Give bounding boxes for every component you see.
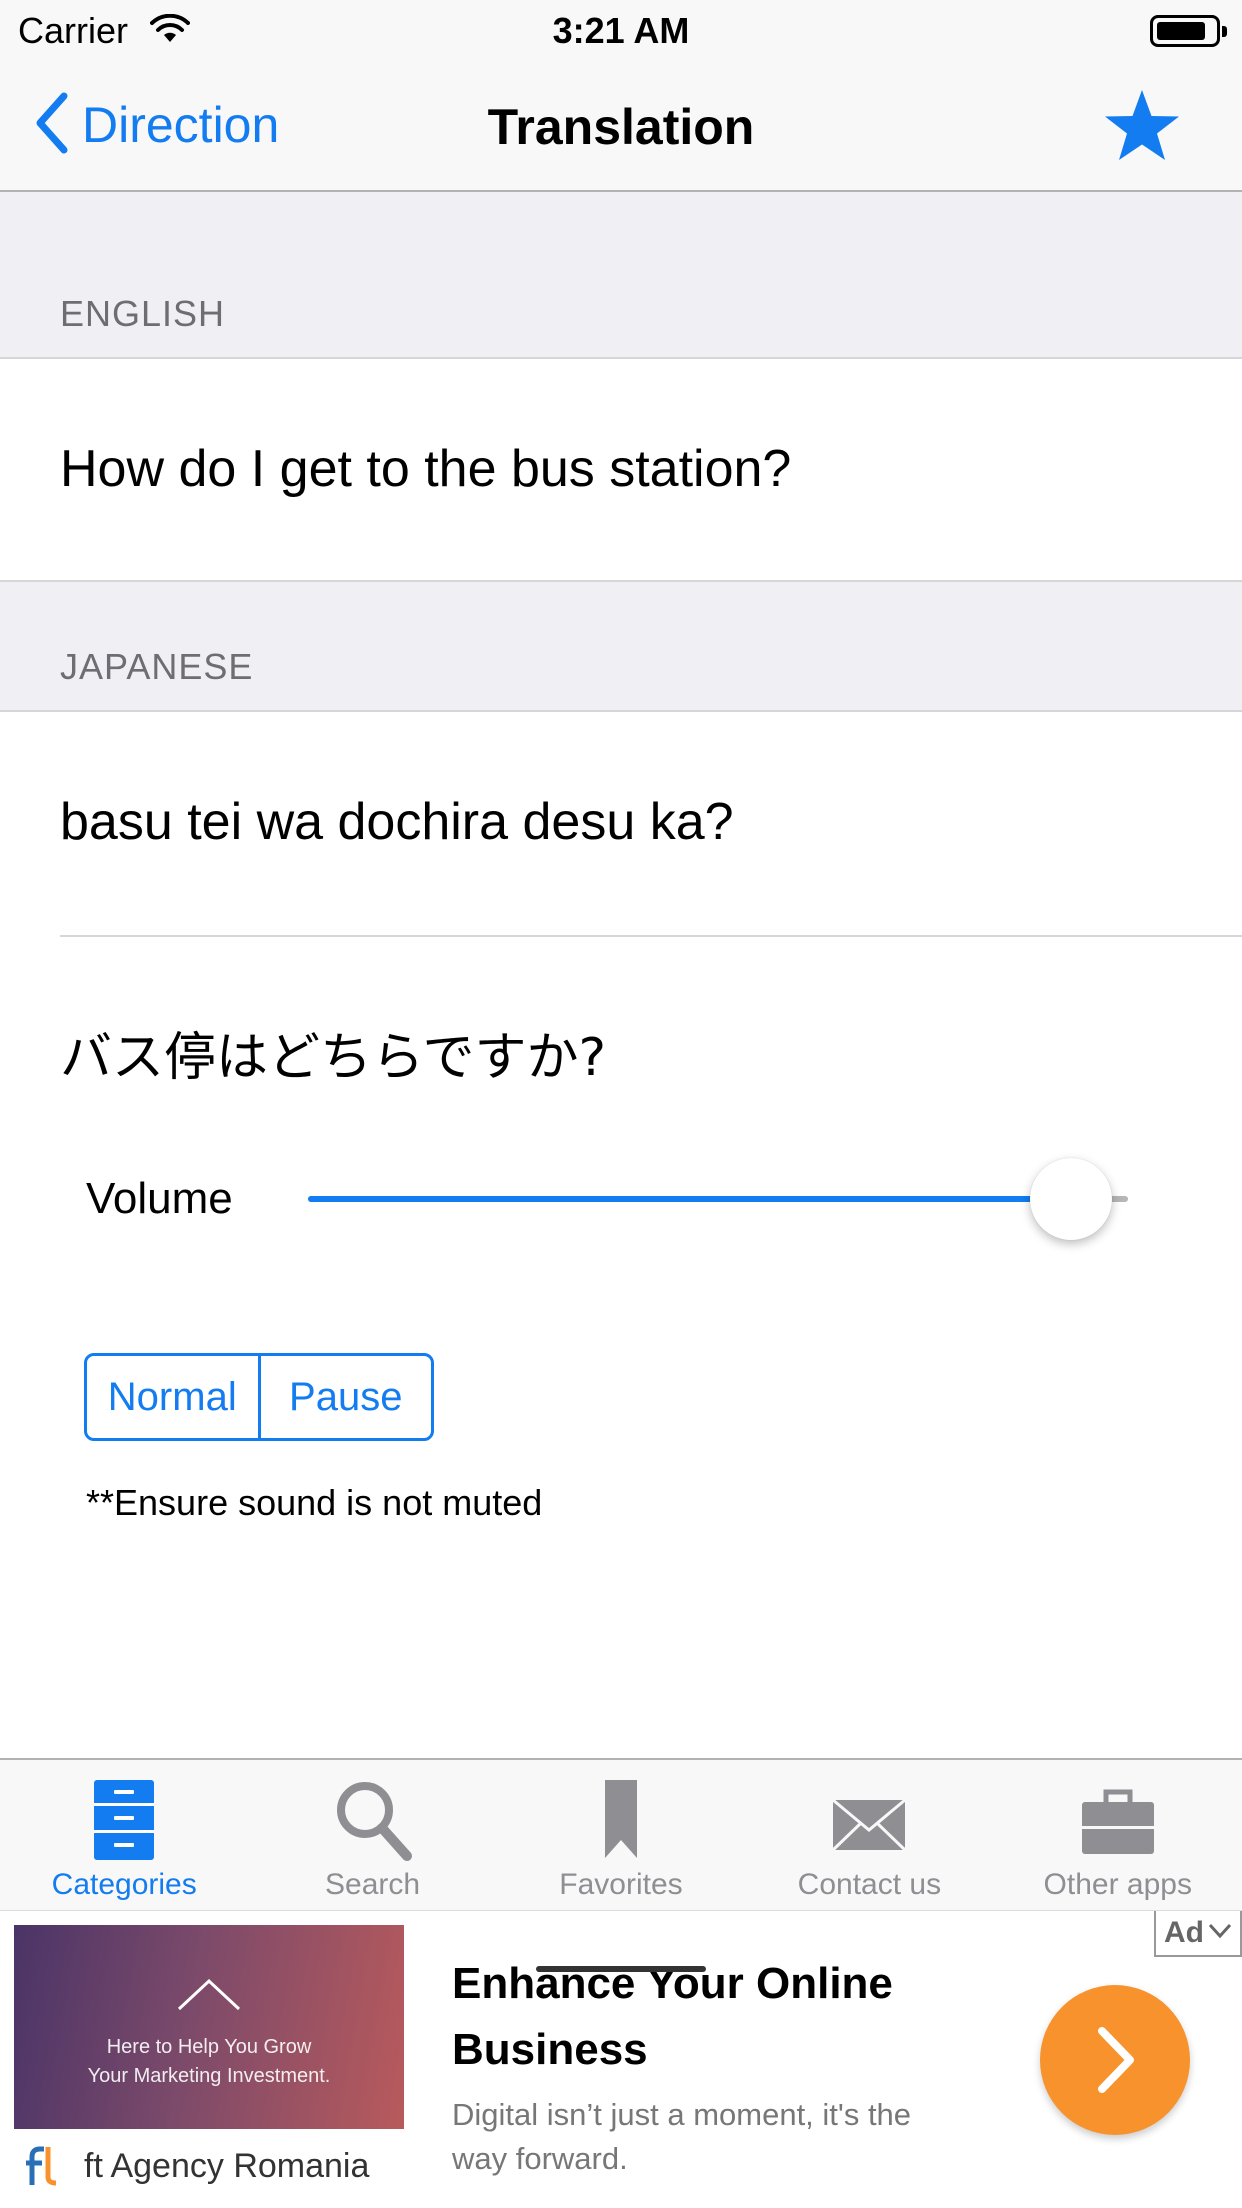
ad-banner[interactable]: Here to Help You Grow Your Marketing Inv… [0,1910,1242,2208]
envelope-icon [831,1778,907,1867]
ad-image[interactable]: Here to Help You Grow Your Marketing Inv… [14,1925,404,2129]
tab-bar: Categories Search Favorites Contact us O… [0,1758,1242,1910]
slider-thumb[interactable] [1029,1158,1112,1240]
navigation-bar: Direction Translation [0,60,1242,192]
ad-badge-label: Ad [1164,1916,1204,1949]
native-cell: バス停はどちらですか? [0,937,1242,1137]
tab-categories[interactable]: Categories [0,1760,248,1910]
ad-brand: ft Agency Romania [22,2143,369,2189]
tab-search[interactable]: Search [248,1760,496,1910]
tab-label: Categories [51,1868,197,1901]
volume-slider[interactable] [308,1154,1128,1244]
english-cell: How do I get to the bus station? [0,359,1242,582]
normal-segment[interactable]: Normal [87,1356,258,1438]
ad-image-text: Here to Help You Grow Your Marketing Inv… [14,2033,404,2091]
mute-note: **Ensure sound is not muted [86,1482,543,1523]
ad-description: Digital isn’t just a moment, it's the wa… [452,2097,912,2176]
chevron-down-icon [1204,1923,1232,1944]
romaji-cell: basu tei wa dochira desu ka? [0,712,1242,936]
japanese-header-label: JAPANESE [60,646,254,687]
favorite-button[interactable] [1102,86,1182,166]
volume-label: Volume [86,1174,233,1223]
tab-contact[interactable]: Contact us [745,1760,993,1910]
status-time: 3:21 AM [552,10,690,51]
ad-headline[interactable]: Enhance Your Online Business [452,1951,972,2083]
home-indicator [536,1966,706,1972]
playback-segmented-control: Normal Pause [84,1353,434,1441]
bookmark-icon [601,1778,641,1867]
ad-brand-name: ft Agency Romania [84,2146,370,2185]
ad-image-line: Your Marketing Investment. [87,2065,331,2087]
ad-cta-button[interactable] [1040,1985,1190,2135]
english-text: How do I get to the bus station? [60,440,792,498]
ad-choices-badge[interactable]: Ad [1154,1911,1242,1957]
english-section-header: ENGLISH [0,192,1242,359]
tab-other-apps[interactable]: Other apps [994,1760,1242,1910]
tab-favorites[interactable]: Favorites [497,1760,745,1910]
battery-icon [1150,15,1227,47]
page-title: Translation [487,99,755,155]
slider-fill [308,1196,1071,1202]
pause-segment[interactable]: Pause [257,1356,432,1438]
cabinet-icon [92,1778,156,1867]
tab-label: Contact us [797,1868,942,1901]
tab-label: Other apps [1043,1868,1192,1901]
ad-image-line: Here to Help You Grow [106,2036,312,2058]
brand-logo-icon [22,2143,62,2189]
chevron-up-icon [177,1977,241,2016]
briefcase-icon [1080,1778,1156,1867]
japanese-section-header: JAPANESE [0,582,1242,712]
status-bar: Carrier 3:21 AM [0,0,1242,60]
romaji-text: basu tei wa dochira desu ka? [60,793,734,851]
tab-label: Search [325,1868,421,1901]
english-header-label: ENGLISH [60,293,226,334]
native-text: バス停はどちらですか? [60,1028,607,1088]
search-icon [333,1778,413,1867]
tab-label: Favorites [559,1868,683,1901]
star-icon [1102,90,1182,170]
